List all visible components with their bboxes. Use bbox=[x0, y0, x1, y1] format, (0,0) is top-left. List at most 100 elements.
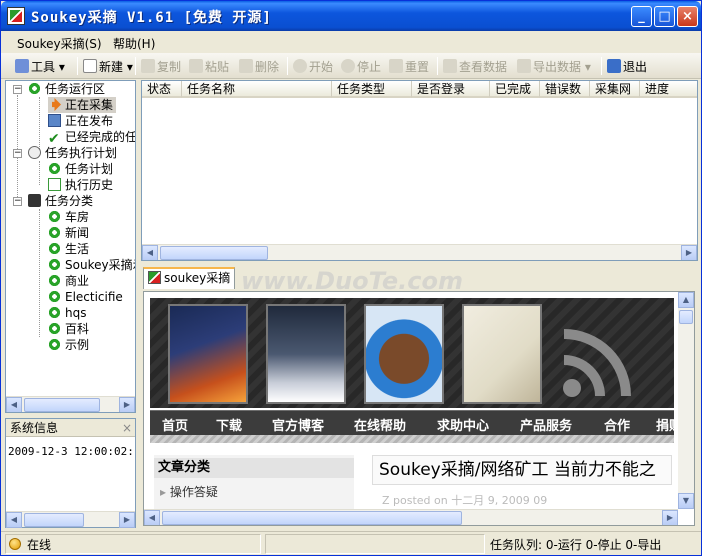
scroll-right-icon[interactable]: ▶ bbox=[662, 510, 678, 525]
site-nav-link[interactable]: 首页 bbox=[162, 415, 188, 434]
exit-button[interactable]: 退出 bbox=[607, 58, 647, 75]
system-info-line: 2009-12-3 12:00:02: 系 bbox=[8, 445, 152, 458]
tree-item-category[interactable]: 示例 bbox=[48, 337, 89, 353]
reset-button[interactable]: 重置 bbox=[389, 58, 429, 75]
browser-v-scrollbar[interactable]: ▲ ▼ bbox=[678, 292, 694, 509]
tree-h-scrollbar[interactable]: ◀ ▶ bbox=[6, 396, 135, 412]
refresh-icon bbox=[28, 82, 41, 95]
site-nav-link[interactable]: 下载 bbox=[216, 415, 242, 434]
scroll-left-icon[interactable]: ◀ bbox=[6, 512, 22, 528]
browser-tab-area: soukey采摘 www.DuoTe.com 首页 下载 官方博客 在线帮助 求… bbox=[141, 265, 698, 529]
site-nav-link[interactable]: 产品服务 bbox=[520, 415, 572, 434]
document-icon bbox=[48, 178, 61, 191]
scroll-thumb[interactable] bbox=[24, 513, 84, 527]
site-nav-link[interactable]: 合作 bbox=[604, 415, 630, 434]
tree-item-publishing[interactable]: 正在发布 bbox=[48, 113, 113, 129]
scroll-thumb[interactable] bbox=[679, 310, 693, 324]
tree-item-category[interactable]: Soukey采摘示 bbox=[48, 257, 135, 273]
tree-item-category[interactable]: 生活 bbox=[48, 241, 89, 257]
reset-icon bbox=[389, 59, 403, 73]
tools-icon bbox=[15, 59, 29, 73]
scroll-right-icon[interactable]: ▶ bbox=[681, 245, 697, 260]
column-header[interactable]: 已完成 bbox=[490, 81, 540, 98]
tree-item-collecting[interactable]: 正在采集 bbox=[48, 97, 117, 113]
tree-item-category[interactable]: 百科 bbox=[48, 321, 89, 337]
tree-item-category[interactable]: 车房 bbox=[48, 209, 89, 225]
scroll-right-icon[interactable]: ▶ bbox=[119, 512, 135, 528]
stop-button[interactable]: 停止 bbox=[341, 58, 381, 75]
column-header[interactable]: 任务类型 bbox=[332, 81, 412, 98]
refresh-icon bbox=[48, 274, 61, 287]
expand-toggle[interactable]: − bbox=[13, 197, 22, 206]
copy-button[interactable]: 复制 bbox=[141, 58, 181, 75]
tree-item-category[interactable]: 商业 bbox=[48, 273, 89, 289]
tree-item-completed[interactable]: ✔ 已经完成的任 bbox=[48, 129, 135, 146]
tree-item-history[interactable]: 执行历史 bbox=[48, 177, 113, 193]
column-header[interactable]: 状态 bbox=[142, 81, 182, 98]
menu-help[interactable]: 帮助(H) bbox=[113, 35, 155, 52]
tree-group-plan[interactable]: 任务执行计划 bbox=[28, 145, 117, 161]
tree-item-task-plan[interactable]: 任务计划 bbox=[48, 161, 113, 177]
scroll-thumb[interactable] bbox=[162, 511, 462, 525]
close-icon[interactable]: × bbox=[122, 419, 132, 437]
delete-button[interactable]: 删除 bbox=[239, 58, 279, 75]
article-title[interactable]: Soukey采摘/网络矿工 当前力不能之 bbox=[372, 455, 672, 485]
column-header[interactable]: 采集网 bbox=[590, 81, 640, 98]
system-info-panel: 系统信息 × 2009-12-3 12:00:02: 系 ◀ ▶ bbox=[5, 418, 151, 528]
tree-item-category[interactable]: Electicifie bbox=[48, 289, 123, 305]
site-nav: 首页 下载 官方博客 在线帮助 求助中心 产品服务 合作 捐赠 bbox=[150, 410, 682, 435]
start-button[interactable]: 开始 bbox=[293, 58, 333, 75]
task-grid[interactable]: 状态 任务名称 任务类型 是否登录 已完成 错误数 采集网 进度 ◀ ▶ bbox=[141, 80, 698, 261]
refresh-icon bbox=[48, 242, 61, 255]
table-icon bbox=[443, 59, 457, 73]
tree-group-running[interactable]: 任务运行区 bbox=[28, 81, 105, 97]
refresh-icon bbox=[48, 162, 61, 175]
tab-soukey[interactable]: soukey采摘 bbox=[143, 267, 235, 289]
new-button[interactable]: 新建 ▾ bbox=[83, 58, 133, 75]
refresh-icon bbox=[48, 258, 61, 271]
tools-button[interactable]: 工具 ▾ bbox=[15, 58, 65, 75]
export-data-button[interactable]: 导出数据 ▾ bbox=[517, 58, 591, 75]
scroll-thumb[interactable] bbox=[24, 398, 100, 412]
browser-h-scrollbar[interactable]: ◀ ▶ bbox=[144, 509, 678, 525]
scroll-thumb[interactable] bbox=[160, 246, 268, 260]
scroll-left-icon[interactable]: ◀ bbox=[144, 510, 160, 525]
app-icon bbox=[148, 271, 161, 284]
arrow-right-icon bbox=[48, 98, 61, 111]
site-nav-link[interactable]: 求助中心 bbox=[437, 415, 489, 434]
tree-item-category[interactable]: hqs bbox=[48, 305, 86, 321]
expand-toggle[interactable]: − bbox=[13, 149, 22, 158]
expand-toggle[interactable]: − bbox=[13, 85, 22, 94]
refresh-icon bbox=[48, 226, 61, 239]
menu-soukey[interactable]: Soukey采摘(S) bbox=[17, 35, 102, 52]
task-tree[interactable]: − 任务运行区 正在采集 正在发布 ✔ 已经完成的任 − 任务执行计划 任务计划 … bbox=[5, 80, 136, 413]
maximize-button[interactable]: □ bbox=[654, 6, 675, 27]
column-header[interactable]: 是否登录 bbox=[412, 81, 490, 98]
category-link[interactable]: ▸ 操作答疑 bbox=[160, 483, 218, 500]
scroll-up-icon[interactable]: ▲ bbox=[678, 292, 694, 308]
minimize-button[interactable]: _ bbox=[631, 6, 652, 27]
view-data-button[interactable]: 查看数据 bbox=[443, 58, 507, 75]
site-nav-link[interactable]: 官方博客 bbox=[272, 415, 324, 434]
refresh-icon bbox=[48, 338, 61, 351]
scroll-right-icon[interactable]: ▶ bbox=[119, 397, 135, 412]
column-header[interactable]: 任务名称 bbox=[182, 81, 332, 98]
sysinfo-h-scrollbar[interactable]: ◀ ▶ bbox=[6, 511, 135, 528]
title-bar[interactable]: Soukey采摘 V1.61 [免费 开源] _ □ × bbox=[1, 1, 701, 31]
delete-icon bbox=[239, 59, 253, 73]
grid-h-scrollbar[interactable]: ◀ ▶ bbox=[142, 244, 697, 260]
close-button[interactable]: × bbox=[677, 6, 698, 27]
scroll-left-icon[interactable]: ◀ bbox=[6, 397, 22, 412]
article-meta: Z posted on 十二月 9, 2009 09 bbox=[382, 494, 548, 507]
tree-group-category[interactable]: 任务分类 bbox=[28, 193, 93, 209]
column-header[interactable]: 错误数 bbox=[540, 81, 590, 98]
tree-item-category[interactable]: 新闻 bbox=[48, 225, 89, 241]
site-nav-link[interactable]: 在线帮助 bbox=[354, 415, 406, 434]
web-browser-view[interactable]: 首页 下载 官方博客 在线帮助 求助中心 产品服务 合作 捐赠 文章分类 ▸ 操… bbox=[143, 291, 695, 526]
scroll-down-icon[interactable]: ▼ bbox=[678, 493, 694, 509]
app-icon bbox=[7, 7, 25, 25]
paste-button[interactable]: 粘贴 bbox=[189, 58, 229, 75]
scroll-left-icon[interactable]: ◀ bbox=[142, 245, 158, 260]
publish-icon bbox=[48, 114, 61, 127]
column-header[interactable]: 进度 bbox=[640, 81, 697, 98]
